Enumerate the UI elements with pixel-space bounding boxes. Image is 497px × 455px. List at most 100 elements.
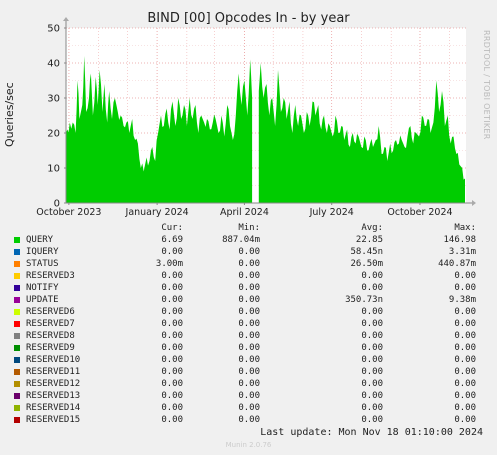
legend-cur-value: 0.00 (161, 271, 183, 281)
legend-swatch (14, 249, 20, 255)
y-tick-label: 30 (47, 94, 60, 105)
legend-min-value: 0.00 (238, 247, 260, 257)
legend-max-value: 146.98 (443, 235, 476, 245)
x-tick-label: October 2023 (36, 207, 101, 218)
legend-series-name: QUERY (26, 235, 54, 245)
x-axis-arrow (472, 200, 476, 206)
legend-cur-value: 3.00m (155, 259, 183, 269)
legend-swatch (14, 393, 20, 399)
legend-row: RESERVED10 0.00 0.00 0.00 0.00 (0, 355, 497, 367)
legend-series-name: RESERVED7 (26, 319, 75, 329)
legend-row: RESERVED15 0.00 0.00 0.00 0.00 (0, 415, 497, 427)
legend-row: IQUERY 0.00 0.00 58.45n 3.31m (0, 247, 497, 259)
x-tick-label: October 2024 (387, 207, 452, 218)
legend-max-value: 0.00 (454, 367, 476, 377)
legend-avg-value: 0.00 (361, 319, 383, 329)
legend-max-value: 0.00 (454, 379, 476, 389)
legend-swatch (14, 405, 20, 411)
legend-min-value: 0.00 (238, 355, 260, 365)
legend-row: RESERVED8 0.00 0.00 0.00 0.00 (0, 331, 497, 343)
legend-avg-value: 0.00 (361, 331, 383, 341)
header-avg: Avg: (361, 223, 383, 233)
legend-min-value: 0.00 (238, 283, 260, 293)
legend-cur-value: 0.00 (161, 379, 183, 389)
y-tick-labels: 01020304050 (47, 24, 60, 210)
legend-min-value: 0.00 (238, 295, 260, 305)
legend-row: NOTIFY 0.00 0.00 0.00 0.00 (0, 283, 497, 295)
last-update-text: Last update: Mon Nov 18 01:10:00 2024 (260, 427, 483, 438)
legend-row: RESERVED6 0.00 0.00 0.00 0.00 (0, 307, 497, 319)
legend-series-name: RESERVED10 (26, 355, 81, 365)
legend-series-name: RESERVED15 (26, 415, 81, 425)
legend-swatch (14, 297, 20, 303)
legend-cur-value: 0.00 (161, 391, 183, 401)
legend-swatch (14, 285, 20, 291)
y-tick-label: 20 (47, 129, 60, 140)
legend-avg-value: 0.00 (361, 391, 383, 401)
legend-swatch (14, 357, 20, 363)
legend-row: RESERVED12 0.00 0.00 0.00 0.00 (0, 379, 497, 391)
legend-cur-value: 0.00 (161, 283, 183, 293)
chart-plot: 01020304050 October 2023 January 2024 Apri… (36, 17, 476, 218)
legend-cur-value: 6.69 (161, 235, 183, 245)
legend-min-value: 0.00 (238, 367, 260, 377)
legend-cur-value: 0.00 (161, 307, 183, 317)
legend-max-value: 0.00 (454, 271, 476, 281)
legend-row: RESERVED13 0.00 0.00 0.00 0.00 (0, 391, 497, 403)
legend-series-name: STATUS (26, 259, 59, 269)
legend-swatch (14, 345, 20, 351)
legend-cur-value: 0.00 (161, 367, 183, 377)
legend-min-value: 0.00 (238, 403, 260, 413)
legend-series-name: RESERVED12 (26, 379, 81, 389)
legend-swatch (14, 273, 20, 279)
legend-swatch (14, 261, 20, 267)
legend-max-value: 440.87m (438, 259, 476, 269)
legend-swatch (14, 333, 20, 339)
legend-max-value: 0.00 (454, 343, 476, 353)
legend-min-value: 887.04m (222, 235, 260, 245)
legend-avg-value: 0.00 (361, 367, 383, 377)
legend-row: RESERVED7 0.00 0.00 0.00 0.00 (0, 319, 497, 331)
legend-series-name: RESERVED8 (26, 331, 75, 341)
legend-series-name: RESERVED11 (26, 367, 81, 377)
x-tick-label: July 2024 (309, 207, 354, 218)
legend-min-value: 0.00 (238, 379, 260, 389)
legend-swatch (14, 381, 20, 387)
legend-column-headers: Cur: Min: Avg: Max: (0, 223, 497, 235)
legend-max-value: 0.00 (454, 403, 476, 413)
legend-max-value: 0.00 (454, 391, 476, 401)
legend-avg-value: 0.00 (361, 283, 383, 293)
legend-cur-value: 0.00 (161, 295, 183, 305)
legend-min-value: 0.00 (238, 319, 260, 329)
legend-avg-value: 22.85 (355, 235, 383, 245)
legend-min-value: 0.00 (238, 415, 260, 425)
legend-cur-value: 0.00 (161, 403, 183, 413)
legend-series-name: UPDATE (26, 295, 59, 305)
legend-cur-value: 0.00 (161, 343, 183, 353)
legend-swatch (14, 369, 20, 375)
legend-min-value: 0.00 (238, 343, 260, 353)
legend-avg-value: 0.00 (361, 355, 383, 365)
legend-row: UPDATE 0.00 0.00 350.73n 9.38m (0, 295, 497, 307)
legend-series-name: NOTIFY (26, 283, 59, 293)
legend-cur-value: 0.00 (161, 331, 183, 341)
legend-avg-value: 0.00 (361, 403, 383, 413)
legend-avg-value: 0.00 (361, 307, 383, 317)
legend-avg-value: 0.00 (361, 379, 383, 389)
legend-cur-value: 0.00 (161, 319, 183, 329)
legend-min-value: 0.00 (238, 271, 260, 281)
legend-row: QUERY 6.69 887.04m 22.85 146.98 (0, 235, 497, 247)
x-tick-label: January 2024 (125, 207, 189, 218)
legend-series-name: RESERVED14 (26, 403, 81, 413)
legend-series-name: RESERVED3 (26, 271, 75, 281)
legend-min-value: 0.00 (238, 259, 260, 269)
legend-series-name: IQUERY (26, 247, 59, 257)
legend-min-value: 0.00 (238, 331, 260, 341)
legend-row: STATUS 3.00m 0.00 26.50m 440.87m (0, 259, 497, 271)
legend-max-value: 0.00 (454, 283, 476, 293)
legend-max-value: 0.00 (454, 307, 476, 317)
legend-series-name: RESERVED6 (26, 307, 75, 317)
legend-row: RESERVED14 0.00 0.00 0.00 0.00 (0, 403, 497, 415)
legend-cur-value: 0.00 (161, 415, 183, 425)
legend-max-value: 0.00 (454, 331, 476, 341)
